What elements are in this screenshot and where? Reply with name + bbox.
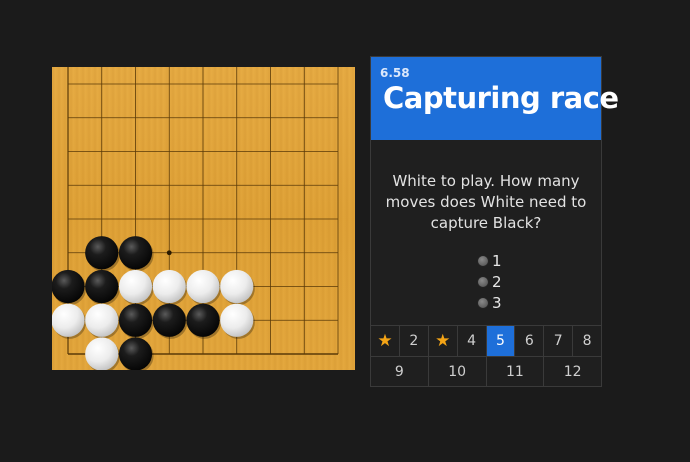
answer-option-2[interactable]: 2	[477, 271, 502, 292]
white-stone	[85, 303, 119, 337]
problem-nav-item[interactable]: 12	[544, 357, 601, 387]
problem-nav-item[interactable]: 11	[487, 357, 545, 387]
answer-label: 3	[492, 293, 502, 312]
problem-nav-item[interactable]: 10	[429, 357, 487, 387]
white-stone	[186, 269, 220, 304]
board-grid[interactable]	[52, 67, 355, 370]
go-board[interactable]	[52, 67, 355, 370]
radio-button[interactable]	[477, 275, 489, 288]
radio-button[interactable]	[477, 296, 489, 309]
problem-question: White to play. How many moves does White…	[385, 172, 587, 232]
black-stone	[118, 303, 153, 337]
problem-header: 6.58 Capturing race	[371, 57, 619, 140]
black-stone	[152, 303, 186, 337]
white-stone	[220, 303, 254, 337]
problem-nav-item[interactable]: 8	[573, 326, 601, 356]
black-stone	[52, 269, 85, 304]
black-stone	[186, 303, 220, 337]
problem-nav-item[interactable]: 2	[400, 326, 429, 356]
answer-label: 1	[492, 251, 502, 270]
white-stone	[118, 269, 153, 304]
answer-option-3[interactable]: 3	[477, 292, 502, 313]
star-icon: ★	[377, 331, 393, 351]
answer-option-1[interactable]: 1	[477, 250, 502, 271]
white-stone	[220, 269, 254, 304]
problem-nav-item[interactable]: 6	[515, 326, 545, 356]
problem-panel: 6.58 Capturing race White to play. How m…	[370, 56, 619, 387]
answer-label: 2	[492, 272, 502, 291]
star-point	[166, 250, 172, 256]
problem-nav-row: 9 10 11 12	[371, 356, 601, 387]
white-stone	[85, 337, 119, 370]
answer-options: 1 2 3	[477, 250, 502, 313]
black-stone	[118, 337, 153, 370]
white-stone	[52, 303, 85, 337]
black-stone	[118, 236, 153, 270]
radio-button[interactable]	[477, 254, 489, 267]
problem-nav-item[interactable]: 4	[458, 326, 487, 356]
problem-nav-row: ★ 2 ★ 4 5 6 7 8	[371, 325, 601, 356]
problem-nav-item[interactable]: 7	[544, 326, 574, 356]
white-stone	[152, 269, 186, 304]
problem-navigator: ★ 2 ★ 4 5 6 7 8 9 10 11 12	[371, 325, 601, 387]
problem-nav-item[interactable]: 5	[486, 326, 516, 356]
problem-nav-solved[interactable]: ★	[371, 326, 400, 356]
problem-nav-solved[interactable]: ★	[429, 326, 458, 356]
black-stone	[85, 236, 119, 270]
star-icon: ★	[435, 331, 451, 351]
problem-title: Capturing race	[383, 81, 619, 115]
problem-number: 6.58	[380, 66, 410, 80]
black-stone	[85, 269, 119, 304]
problem-nav-item[interactable]: 9	[371, 357, 429, 387]
